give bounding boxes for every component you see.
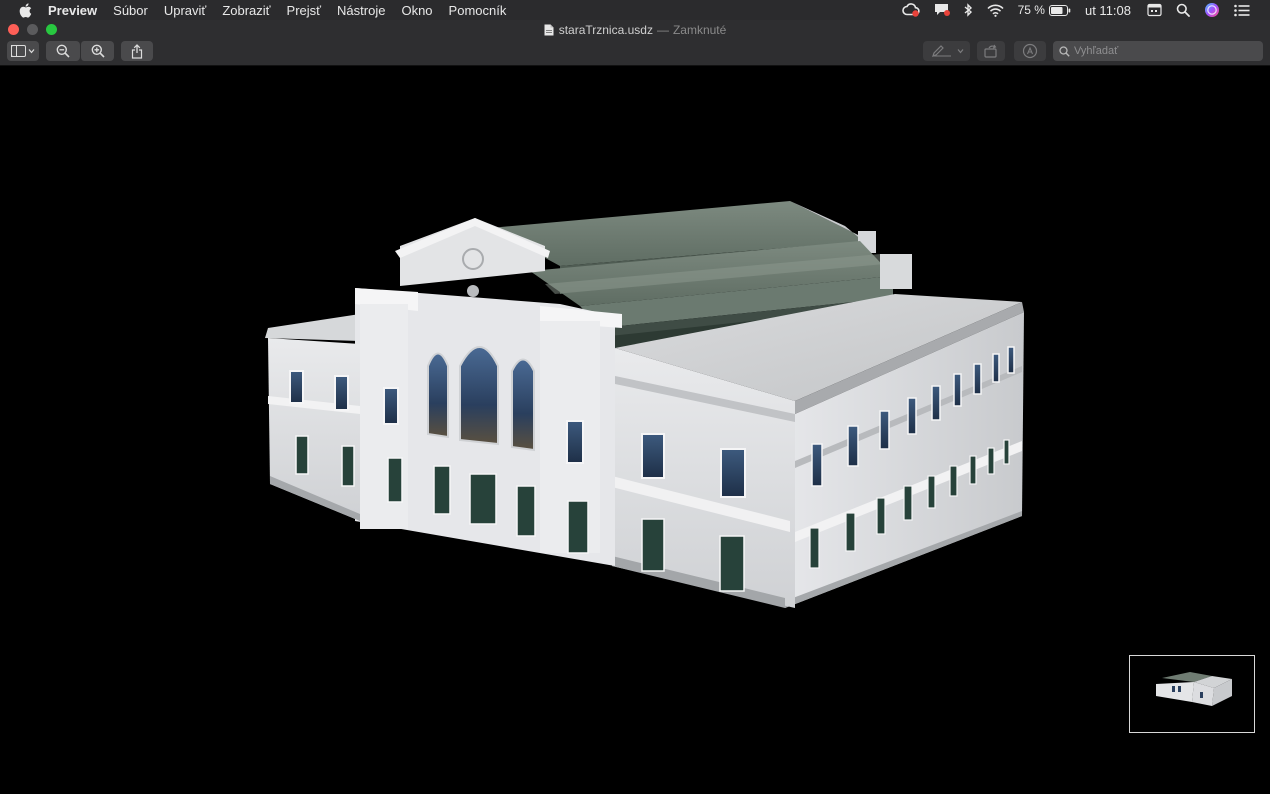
- window-titlebar: staraTrznica.usdz — Zamknuté: [0, 20, 1270, 39]
- calendar-icon[interactable]: [1147, 3, 1162, 17]
- notification-icon[interactable]: [934, 3, 950, 17]
- share-button[interactable]: [121, 41, 153, 61]
- sidebar-toggle-button[interactable]: [7, 41, 39, 61]
- markup-icon: [931, 45, 963, 57]
- markup-button[interactable]: [923, 41, 970, 61]
- annotate-icon: [1022, 43, 1038, 59]
- zoom-out-button[interactable]: [46, 41, 80, 61]
- zoom-in-icon: [91, 44, 105, 58]
- locked-status[interactable]: Zamknuté: [673, 23, 726, 37]
- battery-icon: [1048, 4, 1071, 16]
- title-separator: —: [656, 22, 669, 37]
- 3d-model-building[interactable]: [0, 66, 1270, 794]
- zoom-out-icon: [56, 44, 70, 58]
- maximize-button[interactable]: [46, 24, 57, 35]
- zoom-in-button[interactable]: [80, 41, 114, 61]
- creative-cloud-icon[interactable]: [901, 3, 920, 17]
- model-thumbnail-icon: [1156, 672, 1232, 706]
- wifi-icon[interactable]: [987, 4, 1004, 17]
- menu-file[interactable]: Súbor: [113, 3, 148, 18]
- annotate-button[interactable]: [1014, 41, 1046, 61]
- bluetooth-icon[interactable]: [964, 3, 973, 17]
- siri-icon[interactable]: [1204, 2, 1220, 18]
- battery-status[interactable]: 75 %: [1018, 3, 1071, 17]
- menu-view[interactable]: Zobraziť: [222, 3, 270, 18]
- toolbar: [0, 39, 1270, 66]
- menu-edit[interactable]: Upraviť: [164, 3, 206, 18]
- search-icon: [1059, 45, 1070, 57]
- minimize-button[interactable]: [27, 24, 38, 35]
- 3d-viewport[interactable]: [0, 66, 1270, 794]
- rotate-icon: [984, 44, 997, 58]
- apple-icon[interactable]: [17, 2, 33, 18]
- control-center-icon[interactable]: [1234, 4, 1250, 17]
- menu-go[interactable]: Prejsť: [287, 3, 322, 18]
- menu-bar: Preview Súbor Upraviť Zobraziť Prejsť Ná…: [0, 0, 1270, 20]
- window-controls: [8, 24, 65, 35]
- menu-tools[interactable]: Nástroje: [337, 3, 385, 18]
- window-filename[interactable]: staraTrznica.usdz: [559, 23, 653, 37]
- search-input[interactable]: [1074, 45, 1254, 57]
- sidebar-icon: [11, 45, 35, 57]
- menu-window[interactable]: Okno: [401, 3, 432, 18]
- document-icon: [544, 24, 554, 36]
- spotlight-search-icon[interactable]: [1176, 3, 1190, 17]
- window-title: staraTrznica.usdz — Zamknuté: [0, 20, 1270, 39]
- close-button[interactable]: [8, 24, 19, 35]
- battery-percent: 75 %: [1017, 3, 1045, 17]
- clock[interactable]: ut 11:08: [1085, 3, 1131, 18]
- menu-app-name[interactable]: Preview: [48, 3, 97, 18]
- search-field[interactable]: [1053, 41, 1263, 61]
- status-area: 75 % ut 11:08: [901, 0, 1270, 20]
- rotate-button[interactable]: [977, 41, 1005, 61]
- share-icon: [131, 43, 143, 59]
- menu-help[interactable]: Pomocník: [449, 3, 507, 18]
- model-thumbnail-navigator[interactable]: [1129, 655, 1255, 733]
